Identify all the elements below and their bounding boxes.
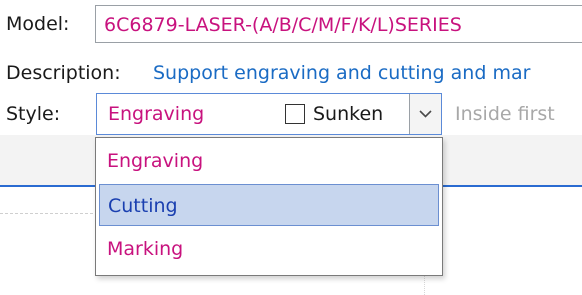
- style-combobox[interactable]: Engraving Sunken: [96, 93, 442, 135]
- option-engraving[interactable]: Engraving: [99, 140, 439, 182]
- model-label: Model:: [6, 13, 70, 35]
- style-dropdown-list: Engraving Cutting Marking: [95, 137, 443, 276]
- chevron-down-icon: [419, 110, 432, 118]
- inside-first-field[interactable]: Inside first: [455, 103, 555, 125]
- model-field[interactable]: 6C6879-LASER-(A/B/C/M/F/K/L)SERIES: [95, 5, 582, 43]
- checkbox-unchecked-icon[interactable]: [285, 104, 305, 124]
- style-label: Style:: [6, 103, 61, 125]
- option-marking[interactable]: Marking: [99, 228, 439, 270]
- dropdown-arrow-button[interactable]: [409, 94, 441, 134]
- style-selected-value: Engraving: [108, 103, 205, 125]
- description-value[interactable]: Support engraving and cutting and mar: [153, 62, 530, 84]
- model-value: 6C6879-LASER-(A/B/C/M/F/K/L)SERIES: [104, 14, 462, 36]
- option-cutting[interactable]: Cutting: [99, 184, 439, 226]
- description-label: Description:: [6, 62, 121, 84]
- sunken-label[interactable]: Sunken: [313, 103, 383, 125]
- dashed-divider: [0, 213, 98, 214]
